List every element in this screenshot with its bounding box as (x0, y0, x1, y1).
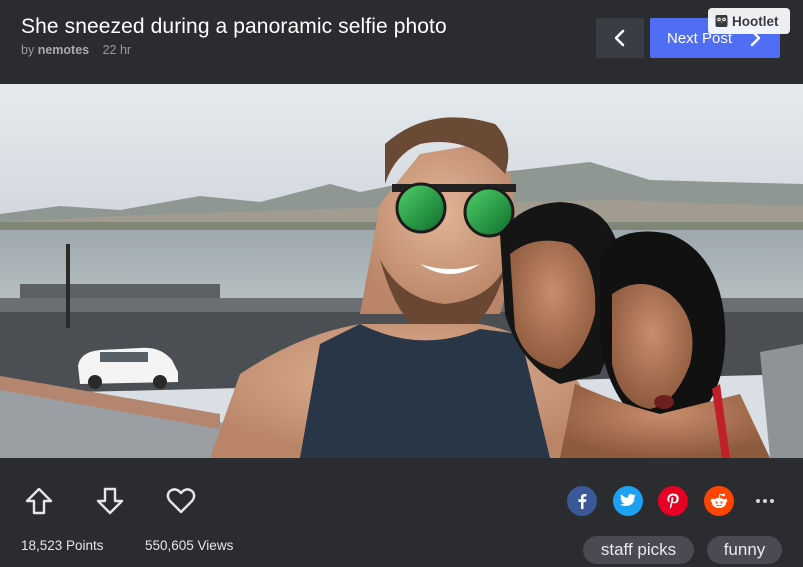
post-header: She sneezed during a panoramic selfie ph… (0, 0, 803, 84)
hootlet-button[interactable]: Hootlet (708, 8, 790, 34)
arrow-up-icon (25, 487, 53, 515)
upvote-button[interactable] (23, 485, 55, 517)
arrow-down-icon (96, 487, 124, 515)
chevron-left-icon (614, 29, 625, 47)
twitter-icon (620, 494, 636, 506)
post-title: She sneezed during a panoramic selfie ph… (21, 15, 447, 38)
views-count: 550,605 Views (145, 538, 234, 553)
pinterest-icon (667, 493, 679, 509)
tag-staff-picks[interactable]: staff picks (583, 536, 694, 564)
share-reddit-button[interactable] (704, 486, 734, 516)
owl-icon (715, 15, 728, 27)
share-pinterest-button[interactable] (658, 486, 688, 516)
more-dots-icon (770, 499, 774, 503)
selfie-photo-illustration (0, 84, 803, 458)
hootlet-label: Hootlet (732, 13, 779, 29)
share-twitter-button[interactable] (613, 486, 643, 516)
facebook-icon (578, 494, 587, 509)
post-footer: 18,523 Points 550,605 Views staff picks … (0, 458, 803, 567)
downvote-button[interactable] (94, 485, 126, 517)
post-image (0, 84, 803, 458)
more-dots-icon (756, 499, 760, 503)
by-prefix: by (21, 43, 35, 57)
tag-funny[interactable]: funny (707, 536, 782, 564)
more-options-button[interactable] (754, 494, 776, 508)
author-link[interactable]: nemotes (38, 43, 89, 57)
more-dots-icon (763, 499, 767, 503)
white-car (78, 347, 178, 389)
reddit-icon (710, 493, 728, 508)
like-button[interactable] (165, 485, 197, 517)
points-count: 18,523 Points (21, 538, 104, 553)
heart-icon (166, 488, 196, 514)
share-facebook-button[interactable] (567, 486, 597, 516)
post-age: 22 hr (102, 43, 132, 57)
post-meta: by nemotes 22 hr (21, 43, 131, 57)
previous-post-button[interactable] (596, 18, 644, 58)
